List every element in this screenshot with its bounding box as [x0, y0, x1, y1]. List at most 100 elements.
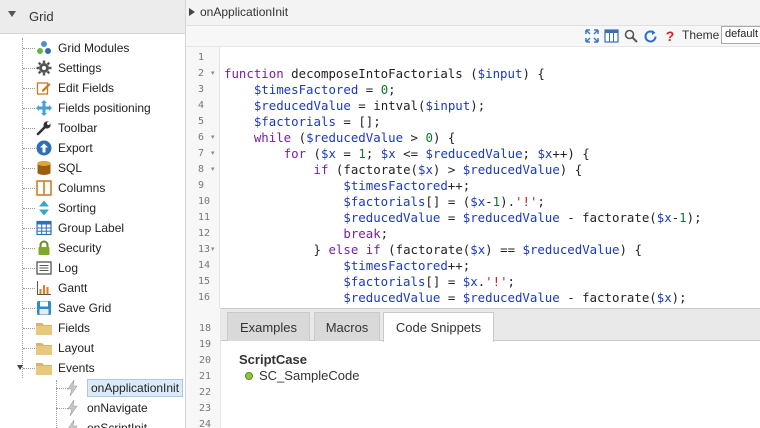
tree-node-label: onScriptInit	[87, 421, 148, 428]
code-line[interactable]: $reducedValue = intval($input);	[224, 98, 485, 114]
sidebar-item-sql[interactable]: SQL	[23, 158, 82, 178]
tab-code-snippets[interactable]: Code Snippets	[383, 312, 494, 342]
help-icon[interactable]: ?	[662, 28, 678, 44]
sidebar-header[interactable]: Grid	[0, 0, 185, 34]
tree-node-label-wrap: Security	[58, 241, 101, 255]
code-line[interactable]: while ($reducedValue > 0) {	[224, 130, 456, 146]
tree-connector	[23, 48, 35, 49]
theme-label: Theme	[682, 28, 720, 42]
code-line[interactable]: $factorials[] = ($x-1).'!';	[224, 194, 545, 210]
fold-arrow-icon[interactable]: ▾	[211, 146, 215, 162]
breadcrumb-arrow-icon	[189, 8, 195, 16]
line-number: 10	[198, 196, 211, 207]
bottom-panel: Examples Macros Code Snippets ScriptCase…	[221, 308, 760, 428]
tree-connector	[56, 388, 68, 389]
tree-node-label-wrap: SQL	[58, 161, 82, 175]
sidebar-item-fields-positioning[interactable]: Fields positioning	[23, 98, 151, 118]
search-icon[interactable]	[623, 28, 639, 44]
snippet-item[interactable]: SC_SampleCode	[239, 368, 359, 383]
line-number: 14	[198, 260, 211, 271]
tree-node-label: Gantt	[58, 281, 88, 295]
sidebar-item-grid-modules[interactable]: Grid Modules	[23, 38, 129, 58]
tab-examples[interactable]: Examples	[227, 312, 310, 341]
line-number: 22	[199, 387, 212, 398]
tree-node-label: SQL	[58, 161, 83, 175]
code-line[interactable]: $factorials = [];	[224, 114, 381, 130]
tree-node-label: Grid Modules	[58, 41, 130, 55]
sidebar-item-columns[interactable]: Columns	[23, 178, 105, 198]
sidebar-item-security[interactable]: Security	[23, 238, 101, 258]
tree-connector	[23, 328, 35, 329]
code-line[interactable]: $timesFactored = 0;	[224, 82, 396, 98]
sidebar-item-group-label[interactable]: Group Label	[23, 218, 125, 238]
sidebar-item-edit-fields[interactable]: Edit Fields	[23, 78, 114, 98]
fullscreen-icon[interactable]	[584, 28, 600, 44]
tree-connector	[23, 88, 35, 89]
tree-node-label: Security	[58, 241, 102, 255]
collapse-triangle-icon[interactable]	[8, 11, 16, 17]
breadcrumb: onApplicationInit	[186, 0, 760, 26]
tree-connector	[23, 288, 35, 289]
line-number: 4	[198, 100, 205, 111]
tree-connector	[23, 188, 35, 189]
code-line[interactable]: $timesFactored++;	[224, 258, 470, 274]
tree-node-label-wrap: Gantt	[58, 281, 87, 295]
tree-node-label: Fields positioning	[58, 101, 151, 115]
theme-select[interactable]: default	[721, 26, 760, 44]
folder-icon	[35, 359, 53, 377]
tree-node-label: Group Label	[58, 221, 125, 235]
snippet-label: SC_SampleCode	[259, 368, 360, 383]
code-line[interactable]: $reducedValue = $reducedValue - factorat…	[224, 210, 701, 226]
sidebar-item-gantt[interactable]: Gantt	[23, 278, 87, 298]
code-line[interactable]: if (factorate($x) > $reducedValue) {	[224, 162, 583, 178]
sidebar-item-sorting[interactable]: Sorting	[23, 198, 96, 218]
fold-arrow-icon[interactable]: ▾	[211, 242, 215, 258]
gantt-icon	[35, 279, 53, 297]
refresh-icon[interactable]	[642, 28, 658, 44]
editor-toolbar: ? Theme default	[186, 26, 760, 46]
sidebar-title: Grid	[29, 9, 54, 24]
expanded-triangle-icon[interactable]	[17, 365, 23, 370]
log-icon	[35, 259, 53, 277]
line-number: 1	[198, 52, 205, 63]
sidebar-event-onapplicationinit[interactable]: onApplicationInit	[56, 378, 184, 398]
tree-node-label-wrap: Grid Modules	[58, 41, 129, 55]
tree-node-label: Log	[58, 261, 79, 275]
sidebar-item-export[interactable]: Export	[23, 138, 93, 158]
sidebar-item-settings[interactable]: Settings	[23, 58, 102, 78]
sidebar-item-fields[interactable]: Fields	[23, 318, 90, 338]
code-line[interactable]: $reducedValue = $reducedValue - factorat…	[224, 290, 686, 306]
table-icon	[35, 219, 53, 237]
fold-arrow-icon[interactable]: ▾	[211, 130, 215, 146]
code-area[interactable]: function decomposeIntoFactorials ($input…	[224, 47, 760, 309]
snippets-group-header[interactable]: ScriptCase	[239, 352, 359, 367]
sidebar-event-onnavigate[interactable]: onNavigate	[56, 398, 148, 418]
sidebar-item-save-grid[interactable]: Save Grid	[23, 298, 111, 318]
code-line[interactable]: for ($x = 1; $x <= $reducedValue; $x++) …	[224, 146, 590, 162]
columns-toggle-icon[interactable]	[603, 28, 619, 44]
code-line[interactable]: function decomposeIntoFactorials ($input…	[224, 66, 545, 82]
fold-arrow-icon[interactable]: ▾	[211, 66, 215, 82]
tree-node-label: Settings	[58, 61, 102, 75]
line-number: 18	[199, 323, 212, 334]
line-number: 9	[198, 180, 205, 191]
code-line[interactable]: $factorials[] = $x.'!';	[224, 274, 515, 290]
tree-node-label-wrap: Fields positioning	[58, 101, 151, 115]
sidebar-item-layout[interactable]: Layout	[23, 338, 94, 358]
line-gutter: 12▾3456▾7▾8▾910111213▾14151617	[186, 47, 220, 319]
sidebar-event-onscriptinit[interactable]: onScriptInit	[64, 418, 147, 428]
code-editor[interactable]: 12▾3456▾7▾8▾910111213▾14151617 function …	[186, 46, 760, 319]
tree-connector	[23, 208, 35, 209]
tree-node-label: Export	[58, 141, 93, 155]
tab-macros[interactable]: Macros	[314, 312, 380, 341]
sidebar-item-log[interactable]: Log	[23, 258, 79, 278]
move-icon	[35, 99, 53, 117]
code-line[interactable]: } else if (factorate($x) == $reducedValu…	[224, 242, 642, 258]
sidebar-item-toolbar[interactable]: Toolbar	[23, 118, 97, 138]
code-line[interactable]: break;	[224, 226, 388, 242]
fold-arrow-icon[interactable]: ▾	[211, 162, 215, 178]
code-line[interactable]: $timesFactored++;	[224, 178, 470, 194]
tree-connector	[23, 308, 35, 309]
sidebar-item-events[interactable]: Events	[23, 358, 95, 378]
tree-connector	[23, 168, 35, 169]
